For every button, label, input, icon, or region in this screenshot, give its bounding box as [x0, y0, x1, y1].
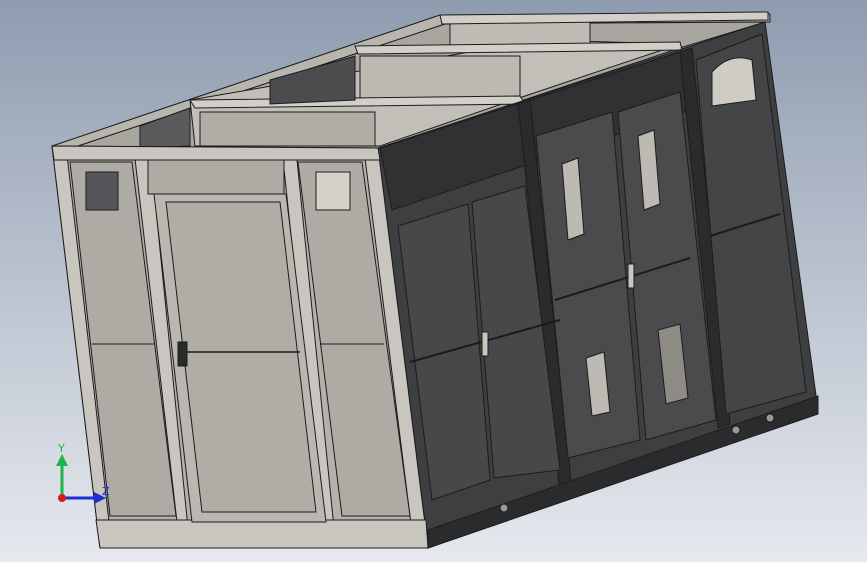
x-axis-origin	[58, 494, 66, 502]
y-axis-label: Y	[57, 442, 65, 455]
view-triad[interactable]: Y Z	[0, 0, 867, 562]
graphics-viewport[interactable]: Y Z	[0, 0, 867, 562]
z-axis-label: Z	[102, 485, 110, 498]
y-axis-arrowhead	[56, 454, 68, 466]
